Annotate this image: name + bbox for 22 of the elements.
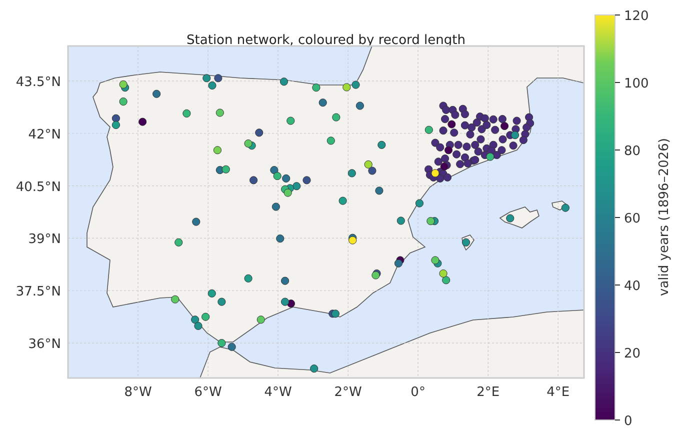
colorbar-tick-label: 100 [624, 76, 649, 92]
y-tick-label: 43.5°N [16, 74, 61, 90]
x-tick-label: 0° [410, 385, 426, 400]
colorbar-tick-label: 60 [624, 212, 641, 226]
y-tick-label: 39°N [28, 232, 61, 248]
y-tick-label: 36°N [28, 337, 61, 352]
colorbar-tick-label: 80 [624, 144, 641, 159]
x-tick-label: 2°E [476, 385, 500, 400]
colorbar-tick-label: 0 [624, 414, 632, 429]
x-tick-label: 2°W [334, 385, 362, 400]
x-tick-label: 4°W [264, 385, 292, 400]
chart-title: Station network, coloured by record length [186, 33, 466, 48]
y-tick-label: 40.5°N [16, 180, 61, 195]
y-tick-label: 42°N [28, 127, 61, 142]
x-tick-label: 8°W [124, 385, 152, 400]
colorbar-tick-label: 40 [624, 279, 641, 294]
x-tick-label: 6°W [194, 385, 222, 400]
colorbar-label: valid years (1896–2026) [657, 138, 672, 296]
colorbar-tick-label: 120 [624, 9, 649, 24]
colorbar-tick-label: 20 [624, 346, 641, 362]
y-tick-label: 37.5°N [16, 284, 61, 300]
x-tick-label: 4°E [546, 385, 570, 400]
